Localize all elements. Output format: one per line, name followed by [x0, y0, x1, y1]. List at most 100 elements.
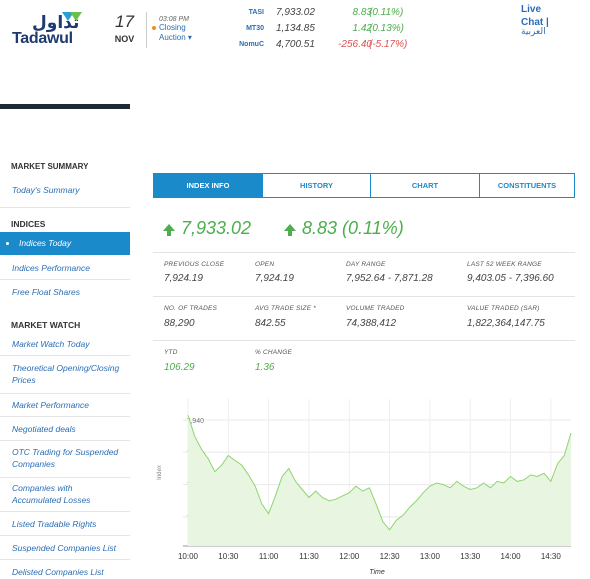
y-axis-label: Index — [157, 465, 163, 480]
ticker-value: 1,134.85 — [276, 23, 315, 34]
x-tick-label: 12:30 — [380, 552, 401, 561]
x-tick-label: 13:30 — [460, 552, 481, 561]
status-text: Closing — [159, 23, 186, 32]
sidebar-item-label: Prices — [12, 375, 36, 385]
tab-history[interactable]: HISTORY — [262, 173, 371, 198]
index-change: 8.83 (0.11%) — [302, 218, 404, 238]
arrow-up-icon — [284, 224, 296, 236]
open-label: OPEN — [255, 261, 275, 268]
open-value: 7,924.19 — [255, 273, 294, 284]
ticker-value: 4,700.51 — [276, 39, 315, 50]
sidebar-item-market-watch-today[interactable]: Market Watch Today — [0, 338, 130, 356]
avg-trade-value: 842.55 — [255, 318, 286, 329]
day-range-value: 7,952.64 - 7,871.28 — [346, 273, 433, 284]
index-value-display: 7,933.02 — [163, 218, 251, 239]
ticker-name: NomuC — [239, 41, 264, 48]
status-label: Closing — [152, 23, 234, 33]
value-traded-label: VALUE TRADED (SAR) — [467, 305, 540, 312]
sidebar-item-negotiated-deals[interactable]: Negotiated deals — [0, 423, 130, 441]
sidebar-item-accumulated-losses[interactable]: Companies with Accumulated Losses — [0, 482, 130, 512]
logo-english-text: Tadawul — [12, 30, 73, 47]
stats-divider — [153, 252, 575, 253]
market-status[interactable]: 03:08 PM Closing Auction ▾ — [152, 16, 234, 43]
active-dot-icon — [6, 242, 9, 246]
ticker-change: 1.42 — [352, 23, 372, 34]
x-tick-label: 12:00 — [339, 552, 360, 561]
week52-range-label: LAST 52 WEEK RANGE — [467, 261, 542, 268]
intraday-chart[interactable]: 7,8807,9007,9207,94010:0010:3011:0011:30… — [153, 393, 575, 579]
sidebar-item-suspended-companies[interactable]: Suspended Companies List — [0, 542, 130, 560]
ytd-value: 106.29 — [164, 362, 195, 373]
status-dropdown[interactable]: Auction ▾ — [152, 33, 234, 43]
index-value: 7,933.02 — [181, 218, 252, 238]
avg-trade-label: AVG TRADE SIZE * — [255, 305, 316, 312]
volume-value: 74,388,412 — [346, 318, 397, 329]
index-change-display: 8.83 (0.11%) — [284, 218, 404, 239]
tab-constituents[interactable]: CONSTITUENTS — [479, 173, 575, 198]
x-tick-label: 13:00 — [420, 552, 441, 561]
x-tick-label: 11:30 — [299, 552, 319, 561]
indices-heading: INDICES — [11, 219, 46, 229]
sidebar-item-tradable-rights[interactable]: Listed Tradable Rights — [0, 518, 130, 536]
index-tabs: INDEX INFO HISTORY CHART CONSTITUENTS — [153, 173, 575, 198]
pct-change-value: 1.36 — [255, 362, 275, 373]
sidebar-item-label: Indices Today — [19, 238, 72, 248]
sidebar-item-label: Accumulated Losses — [12, 495, 91, 505]
sidebar-item-label: OTC Trading for Suspended — [12, 447, 119, 457]
ticker-percent: (0.11%) — [369, 7, 404, 18]
x-tick-label: 14:00 — [501, 552, 522, 561]
live-chat-link[interactable]: Live Chat | — [521, 3, 549, 29]
market-watch-heading: MARKET WATCH — [11, 320, 81, 330]
nav-bar — [0, 104, 130, 109]
ticker-percent: (0.13%) — [369, 23, 405, 34]
ticker-name: MT30 — [246, 25, 264, 32]
volume-label: VOLUME TRADED — [346, 305, 405, 312]
sidebar-item-label: Companies — [12, 459, 55, 469]
pct-change-label: % CHANGE — [255, 349, 292, 356]
x-tick-label: 11:00 — [259, 552, 279, 561]
sidebar-item-label: Theoretical Opening/Closing — [12, 363, 120, 373]
market-summary-heading: MARKET SUMMARY — [11, 163, 89, 169]
stats-divider — [153, 340, 575, 341]
x-tick-label: 10:30 — [218, 552, 239, 561]
date-month: NOV — [114, 34, 135, 44]
previous-close-label: PREVIOUS CLOSE — [164, 261, 225, 268]
sidebar-item-indices-today[interactable]: Indices Today — [0, 232, 130, 255]
ticker-change: -256.40 — [338, 39, 372, 50]
tab-chart[interactable]: CHART — [370, 173, 480, 198]
week52-range-value: 9,403.05 - 7,396.60 — [467, 273, 554, 284]
date-day: 17 — [115, 12, 134, 31]
ticker-value: 7,933.02 — [276, 7, 315, 18]
sidebar-item-indices-performance[interactable]: Indices Performance — [0, 262, 130, 280]
ticker-change: 8.83 — [352, 7, 372, 18]
trades-label: NO. OF TRADES — [164, 305, 218, 312]
tadawul-logo[interactable]: تداول Tadawul — [12, 10, 92, 47]
ticker-name: TASI — [248, 9, 264, 16]
sidebar-item-theoretical-prices[interactable]: Theoretical Opening/Closing Prices — [0, 362, 130, 394]
tab-index-info[interactable]: INDEX INFO — [153, 173, 263, 198]
arrow-up-icon — [163, 224, 175, 236]
language-arabic-link[interactable]: العربية — [521, 27, 546, 37]
sidebar-item-delisted-companies[interactable]: Delisted Companies List — [0, 566, 130, 579]
sidebar-item-market-performance[interactable]: Market Performance — [0, 399, 130, 417]
x-tick-label: 10:00 — [178, 552, 199, 561]
sidebar-item-label: Companies with — [12, 483, 73, 493]
sidebar-item-free-float[interactable]: Free Float Shares — [0, 286, 130, 300]
x-axis-label: Time — [369, 569, 385, 576]
stats-divider — [153, 296, 575, 297]
sidebar: MARKET SUMMARY Today's Summary INDICES I… — [0, 160, 130, 579]
market-date: 17 NOV — [103, 12, 147, 48]
ticker-percent: (-5.17%) — [369, 39, 408, 50]
sidebar-item-otc-trading[interactable]: OTC Trading for Suspended Companies — [0, 446, 130, 478]
status-dot-icon — [152, 25, 156, 30]
sidebar-item-todays-summary[interactable]: Today's Summary — [0, 184, 130, 208]
value-traded-value: 1,822,364,147.75 — [467, 318, 545, 329]
intraday-chart-svg: 7,8807,9007,9207,94010:0010:3011:0011:30… — [157, 399, 572, 576]
ytd-label: YTD — [164, 349, 178, 356]
trades-value: 88,290 — [164, 318, 195, 329]
live-chat-line1: Live — [521, 4, 542, 15]
previous-close-value: 7,924.19 — [164, 273, 203, 284]
x-tick-label: 14:30 — [541, 552, 562, 561]
status-time: 03:08 PM — [159, 16, 189, 23]
day-range-label: DAY RANGE — [346, 261, 386, 268]
